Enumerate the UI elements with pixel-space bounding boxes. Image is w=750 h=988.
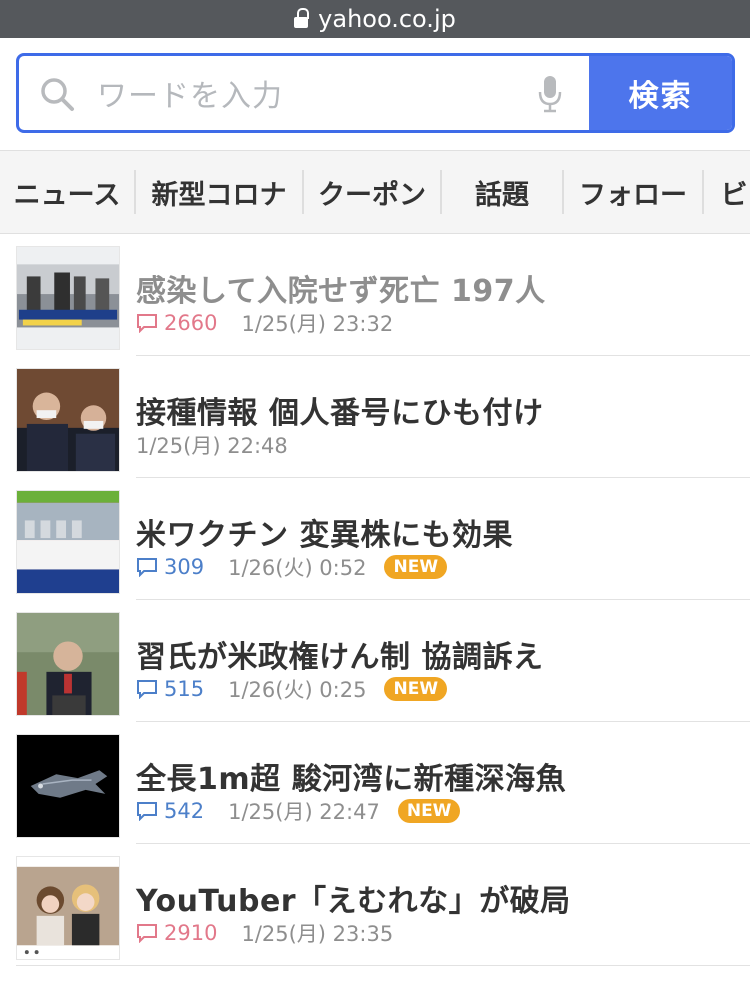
news-meta: 515 1/26(火) 0:25 NEW [136,674,448,704]
tab-coupon[interactable]: クーポン [304,170,442,214]
news-datetime: 1/25(月) 23:32 [241,312,394,336]
news-datetime: 1/25(月) 22:47 [228,800,380,824]
news-title[interactable]: 米ワクチン 変異株にも効果 [136,510,513,554]
news-title[interactable]: 全長1m超 駿河湾に新種深海魚 [136,754,566,798]
news-title[interactable]: 接種情報 個人番号にひも付け [136,388,543,432]
microphone-icon[interactable] [537,74,563,114]
search-placeholder: ワードを入力 [97,79,283,114]
lock-icon [294,8,310,30]
news-item[interactable]: 習氏が米政権けん制 協調訴え 515 1/26(火) 0:25 NEW [0,600,750,722]
comment-icon [137,802,157,821]
comment-count: 309 [164,555,205,579]
comment-icon [137,558,157,577]
tab-follow[interactable]: フォロー [564,170,704,214]
search-box: ワードを入力 検索 [16,53,735,133]
tab-topics[interactable]: 話題 [442,170,564,214]
news-photo-icon [17,857,119,959]
new-badge: NEW [384,555,448,579]
news-thumbnail [16,246,120,350]
news-title[interactable]: YouTuber「えむれな」が破局 [136,876,571,920]
divider [16,965,750,966]
tab-business[interactable]: ビ [704,170,750,214]
news-photo-icon [17,491,119,593]
news-item[interactable]: 米ワクチン 変異株にも効果 309 1/26(火) 0:52 NEW [0,478,750,600]
news-item[interactable]: YouTuber「えむれな」が破局 2910 1/25(月) 23:35 [0,844,750,966]
news-meta: 1/25(月) 22:48 [136,430,288,460]
news-thumbnail [16,734,120,838]
comment-count: 515 [164,677,205,701]
search-input[interactable]: ワードを入力 [19,56,589,130]
browser-url-bar[interactable]: yahoo.co.jp [0,0,750,38]
news-list: 感染して入院せず死亡 197人 2660 1/25(月) 23:32 接種情報 … [0,234,750,966]
news-meta: 542 1/25(月) 22:47 NEW [136,796,461,826]
search-icon [41,78,74,111]
news-title[interactable]: 感染して入院せず死亡 197人 [136,266,546,310]
news-datetime: 1/25(月) 22:48 [136,434,288,458]
comment-icon [137,680,157,699]
news-photo-icon [17,735,119,837]
category-tabs: ニュース 新型コロナ クーポン 話題 フォロー ビ [0,150,750,234]
comment-icon [137,314,157,333]
news-thumbnail [16,856,120,960]
news-meta: 2910 1/25(月) 23:35 [136,918,393,948]
news-thumbnail [16,490,120,594]
new-badge: NEW [384,677,448,701]
search-area: ワードを入力 検索 [0,38,750,150]
tab-news[interactable]: ニュース [0,170,136,214]
news-datetime: 1/25(月) 23:35 [241,922,394,946]
news-item[interactable]: 全長1m超 駿河湾に新種深海魚 542 1/25(月) 22:47 NEW [0,722,750,844]
news-photo-icon [17,613,119,715]
news-title[interactable]: 習氏が米政権けん制 協調訴え [136,632,543,676]
tab-covid[interactable]: 新型コロナ [136,170,304,214]
news-meta: 309 1/26(火) 0:52 NEW [136,552,448,582]
news-meta: 2660 1/25(月) 23:32 [136,308,393,338]
news-datetime: 1/26(火) 0:25 [228,678,367,702]
url-text: yahoo.co.jp [318,5,456,33]
comment-count: 542 [164,799,205,823]
news-item[interactable]: 感染して入院せず死亡 197人 2660 1/25(月) 23:32 [0,234,750,356]
comment-icon [137,924,157,943]
news-thumbnail [16,612,120,716]
new-badge: NEW [397,799,461,823]
news-photo-icon [17,369,119,471]
news-photo-icon [17,247,119,349]
search-button[interactable]: 検索 [589,56,732,130]
comment-count: 2910 [164,921,218,945]
news-thumbnail [16,368,120,472]
news-item[interactable]: 接種情報 個人番号にひも付け 1/25(月) 22:48 [0,356,750,478]
comment-count: 2660 [164,311,218,335]
news-datetime: 1/26(火) 0:52 [228,556,367,580]
